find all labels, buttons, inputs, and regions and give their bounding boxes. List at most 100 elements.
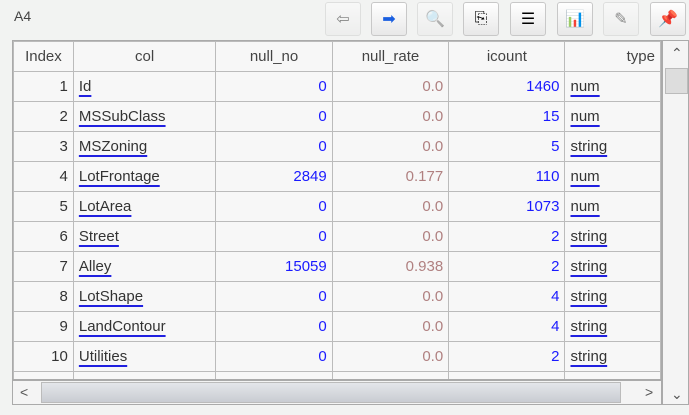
cell-null-rate[interactable]: 0.0 (331, 221, 450, 252)
cell-col[interactable]: LotFrontage (72, 161, 217, 192)
scroll-right-icon[interactable]: > (645, 384, 653, 400)
cell-null-rate[interactable]: 0.0 (331, 281, 450, 312)
zoom-preview-button[interactable]: 🔍 (417, 2, 453, 36)
cell-link[interactable]: Alley (79, 258, 112, 275)
cell-link[interactable]: Utilities (79, 348, 127, 365)
cell-col[interactable]: Alley (72, 251, 217, 282)
cell-col[interactable]: MSZoning (72, 131, 217, 162)
cell-link[interactable]: LotFrontage (79, 168, 160, 185)
cell-null-rate[interactable]: 0.0 (331, 311, 450, 342)
cell-null-rate[interactable]: 0.0 (331, 341, 450, 372)
cell-null-no[interactable]: 0 (215, 341, 333, 372)
back-button[interactable]: ⇦ (325, 2, 361, 36)
cell-null-rate[interactable]: 0.177 (331, 161, 450, 192)
cell-link[interactable]: num (570, 78, 599, 95)
horizontal-scrollbar[interactable]: < > (12, 380, 662, 405)
cell-null-rate[interactable]: 0.0 (331, 371, 450, 379)
cell-col[interactable]: LotArea (72, 191, 217, 222)
cell-null-rate[interactable]: 0.938 (331, 251, 450, 282)
cell-index[interactable]: 1 (13, 71, 74, 102)
cell-index[interactable]: 5 (13, 191, 74, 222)
cell-type[interactable]: num (564, 191, 661, 222)
cell-index[interactable]: 9 (13, 311, 74, 342)
cell-icount[interactable]: 1460 (448, 71, 566, 102)
cell-null-no[interactable]: 0 (215, 311, 333, 342)
cell-icount[interactable]: 2 (448, 341, 566, 372)
cell-link[interactable]: LotShape (79, 288, 143, 305)
cell-link[interactable]: MSZoning (79, 138, 147, 155)
cell-null-no[interactable]: 0 (215, 101, 333, 132)
cell-link[interactable]: Id (79, 78, 92, 95)
cell-col[interactable]: Id (72, 71, 217, 102)
horizontal-scroll-thumb[interactable] (41, 382, 621, 403)
cell-type[interactable]: string (564, 281, 661, 312)
cell-index[interactable]: 6 (13, 221, 74, 252)
cell-index[interactable]: 3 (13, 131, 74, 162)
cell-link[interactable]: Street (79, 228, 119, 245)
cell-link[interactable]: num (570, 108, 599, 125)
copy-button[interactable]: ⎘ (463, 2, 499, 36)
scroll-left-icon[interactable]: < (20, 384, 28, 400)
cell-icount[interactable]: 15 (448, 101, 566, 132)
cell-null-no[interactable]: 0 (215, 71, 333, 102)
cell-null-no[interactable]: 0 (215, 131, 333, 162)
cell-col[interactable]: LotConfig (72, 371, 217, 379)
cell-link[interactable]: num (570, 198, 599, 215)
cell-type[interactable]: string (564, 311, 661, 342)
cell-null-no[interactable]: 2849 (215, 161, 333, 192)
cell-type[interactable]: string (564, 221, 661, 252)
cell-col[interactable]: MSSubClass (72, 101, 217, 132)
vertical-scroll-thumb[interactable] (665, 68, 688, 94)
column-header-null-no[interactable]: null_no (215, 41, 333, 72)
cell-col[interactable]: Utilities (72, 341, 217, 372)
cell-null-no[interactable]: 0 (215, 281, 333, 312)
cell-null-rate[interactable]: 0.0 (331, 131, 450, 162)
column-header-icount[interactable]: icount (448, 41, 566, 72)
cell-link[interactable]: num (570, 168, 599, 185)
cell-null-no[interactable]: 0 (215, 221, 333, 252)
cell-null-no[interactable]: 0 (215, 371, 333, 379)
cell-type[interactable]: string (564, 341, 661, 372)
column-header-index[interactable]: Index (13, 41, 74, 72)
cell-icount[interactable]: 110 (448, 161, 566, 192)
cell-icount[interactable]: 4 (448, 281, 566, 312)
cell-link[interactable]: MSSubClass (79, 108, 166, 125)
cell-link[interactable]: LandContour (79, 318, 166, 335)
cell-icount[interactable]: 4 (448, 311, 566, 342)
cell-link[interactable]: string (570, 348, 607, 365)
list-button[interactable]: ☰ (510, 2, 546, 36)
cell-index[interactable]: 7 (13, 251, 74, 282)
cell-null-rate[interactable]: 0.0 (331, 191, 450, 222)
cell-link[interactable]: LotArea (79, 198, 132, 215)
scroll-up-icon[interactable]: ⌃ (671, 45, 683, 62)
edit-button[interactable]: ✎ (603, 2, 639, 36)
cell-type[interactable]: num (564, 161, 661, 192)
cell-index[interactable]: 8 (13, 281, 74, 312)
cell-type[interactable]: num (564, 101, 661, 132)
cell-icount[interactable]: 1073 (448, 191, 566, 222)
cell-icount[interactable]: 2 (448, 251, 566, 282)
cell-type[interactable]: string (564, 251, 661, 282)
forward-button[interactable]: ➡ (371, 2, 407, 36)
column-header-col[interactable]: col (72, 41, 217, 72)
cell-link[interactable]: string (570, 228, 607, 245)
cell-index[interactable]: 4 (13, 161, 74, 192)
cell-index[interactable]: 10 (13, 341, 74, 372)
column-header-type[interactable]: type (564, 41, 661, 72)
cell-link[interactable]: string (570, 258, 607, 275)
cell-index[interactable]: 2 (13, 101, 74, 132)
cell-col[interactable]: Street (72, 221, 217, 252)
vertical-scrollbar[interactable]: ⌃ ⌄ (662, 40, 689, 405)
cell-index[interactable]: 11 (13, 371, 74, 379)
cell-col[interactable]: LandContour (72, 311, 217, 342)
cell-null-rate[interactable]: 0.0 (331, 71, 450, 102)
cell-icount[interactable]: 2 (448, 221, 566, 252)
cell-link[interactable]: string (570, 288, 607, 305)
chart-button[interactable]: 📊 (557, 2, 593, 36)
cell-null-no[interactable]: 15059 (215, 251, 333, 282)
column-header-null-rate[interactable]: null_rate (331, 41, 450, 72)
cell-type[interactable]: num (564, 71, 661, 102)
pin-button[interactable]: 📌 (650, 2, 686, 36)
cell-type[interactable]: string (564, 131, 661, 162)
cell-null-no[interactable]: 0 (215, 191, 333, 222)
